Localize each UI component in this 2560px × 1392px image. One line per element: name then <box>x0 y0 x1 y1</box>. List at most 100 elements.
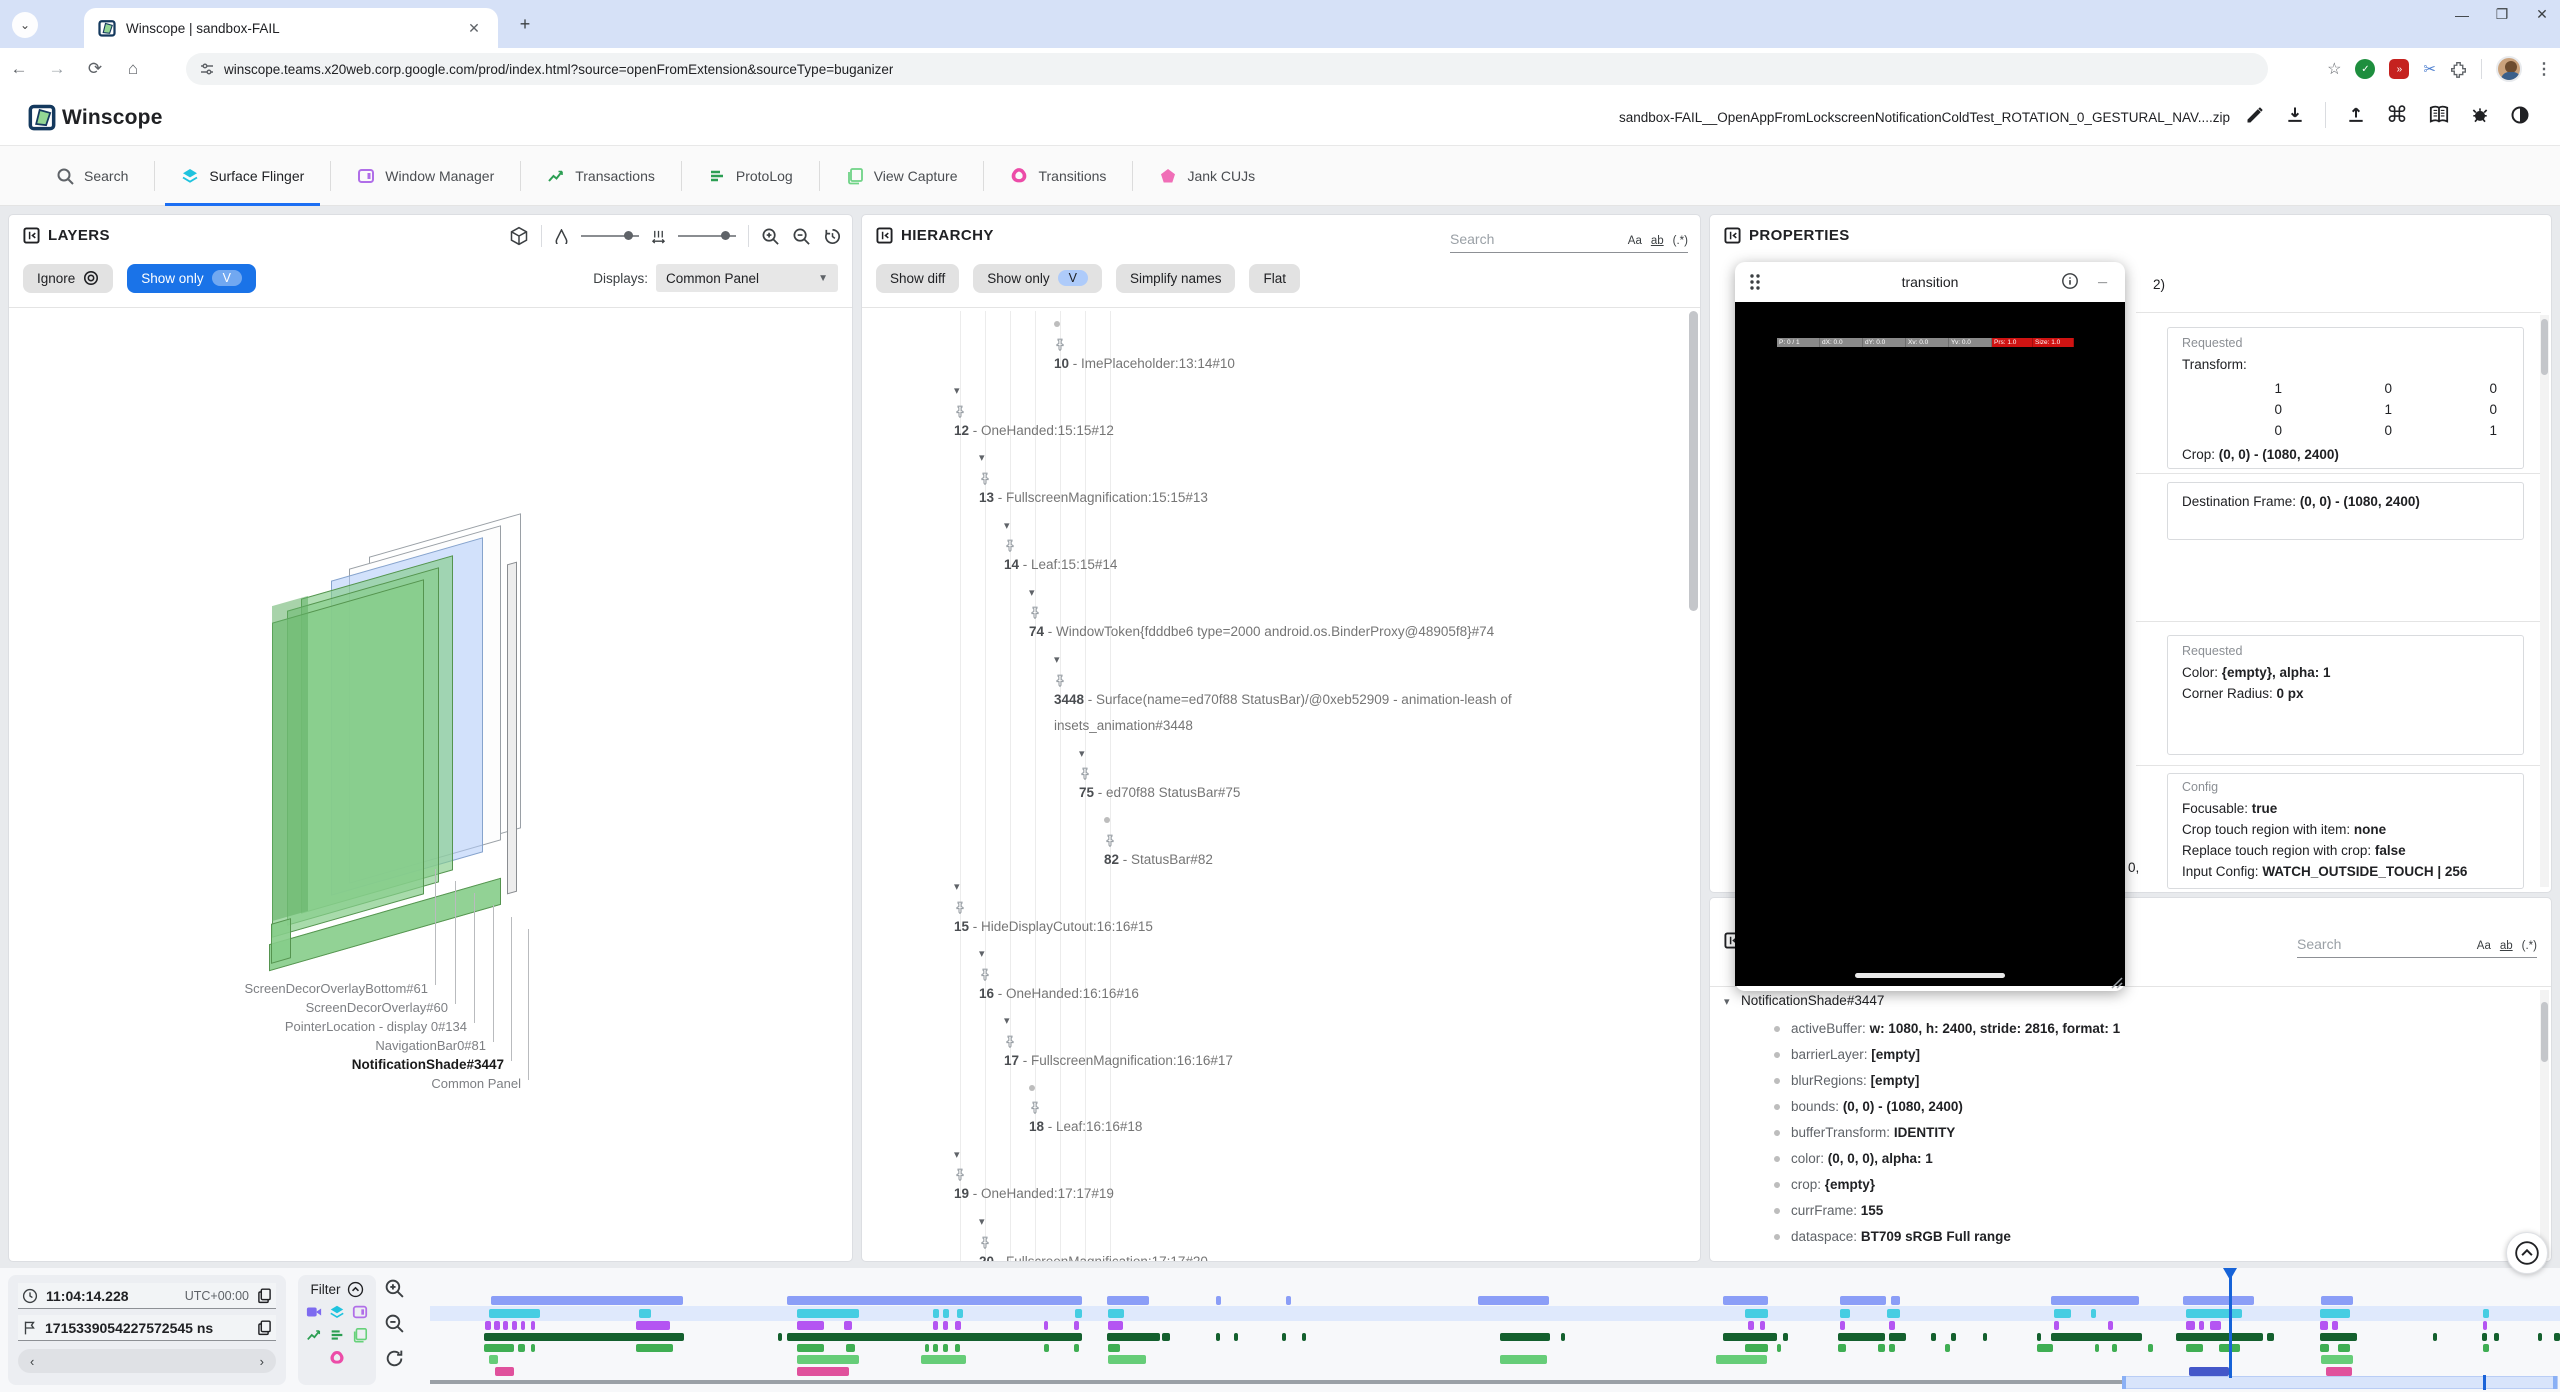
surface-flinger-segment[interactable] <box>1745 1309 1768 1318</box>
surface-flinger-segment[interactable] <box>933 1309 939 1318</box>
surface-flinger-segment[interactable] <box>1075 1309 1082 1318</box>
protolog-segment[interactable] <box>2186 1344 2203 1352</box>
surface-flinger-segment[interactable] <box>2320 1309 2350 1318</box>
protolog-segment[interactable] <box>1838 1344 1846 1352</box>
expand-arrow-icon[interactable]: ▾ <box>979 1209 996 1236</box>
pin-icon[interactable] <box>1029 1101 1652 1114</box>
window-manager-segment[interactable] <box>2186 1321 2195 1330</box>
hierarchy-row[interactable]: ▾74 - WindowToken{fdddbe6 type=2000 andr… <box>862 579 1692 646</box>
transactions-segment[interactable] <box>1931 1333 1936 1341</box>
protolog-segment[interactable] <box>636 1344 673 1352</box>
surface-flinger-segment[interactable] <box>2483 1309 2489 1318</box>
window-manager-segment[interactable] <box>1108 1321 1123 1330</box>
hierarchy-row[interactable]: ▾16 - OneHanded:16:16#16 <box>862 940 1692 1007</box>
upload-icon[interactable] <box>2346 105 2366 125</box>
protolog-segment[interactable] <box>955 1344 960 1352</box>
cursor-marker-icon[interactable] <box>2223 1268 2237 1280</box>
profile-avatar[interactable] <box>2496 56 2522 82</box>
reload-icon[interactable]: ⟳ <box>76 59 114 79</box>
selection-handle[interactable] <box>2553 1376 2557 1389</box>
timeline-zoom-in-icon[interactable] <box>384 1278 405 1299</box>
properties-tree-scrollbar[interactable] <box>2540 990 2549 1258</box>
window-manager-segment[interactable] <box>1044 1321 1048 1330</box>
transactions-segment[interactable] <box>2051 1333 2142 1341</box>
filter-window-icon[interactable] <box>352 1304 368 1320</box>
transactions-segment[interactable] <box>1302 1333 1306 1341</box>
screen-recording-segment[interactable] <box>2321 1296 2353 1305</box>
window-manager-segment[interactable] <box>955 1321 961 1330</box>
protolog-segment[interactable] <box>2037 1344 2053 1352</box>
hierarchy-row[interactable]: ▾13 - FullscreenMagnification:15:15#13 <box>862 444 1692 511</box>
property-row[interactable]: crop: {empty} <box>1710 1172 2546 1198</box>
screen-recording-segment[interactable] <box>1891 1296 1900 1305</box>
tab-window-manager[interactable]: Window Manager <box>331 146 520 206</box>
expand-arrow-icon[interactable]: ▾ <box>1004 513 1021 540</box>
window-manager-segment[interactable] <box>2199 1321 2204 1330</box>
transactions-segment[interactable] <box>787 1333 1082 1341</box>
timeline-canvas[interactable] <box>430 1268 2560 1392</box>
tab-protolog[interactable]: ProtoLog <box>682 146 819 206</box>
new-tab-button[interactable]: + <box>514 14 536 35</box>
protolog-segment[interactable] <box>1945 1344 1950 1352</box>
transactions-segment[interactable] <box>2482 1333 2487 1341</box>
bookmark-star-icon[interactable]: ☆ <box>2327 59 2341 79</box>
copy-icon[interactable] <box>257 1320 272 1336</box>
properties-search[interactable]: Search Aa ab (.*) <box>2297 936 2537 952</box>
protolog-segment[interactable] <box>518 1344 525 1352</box>
hierarchy-scrollbar[interactable] <box>1689 311 1698 611</box>
layer-label[interactable]: NotificationShade#3447 <box>352 1057 504 1072</box>
expand-arrow-icon[interactable]: ▾ <box>954 1142 971 1169</box>
rotation-slider[interactable] <box>581 235 639 237</box>
screen-recording-segment[interactable] <box>2051 1296 2139 1305</box>
window-manager-segment[interactable] <box>485 1321 491 1330</box>
transactions-segment[interactable] <box>2176 1333 2263 1341</box>
overview-selection[interactable] <box>2122 1376 2558 1389</box>
pin-icon[interactable] <box>1004 539 1652 552</box>
expand-arrow-icon[interactable]: ▾ <box>1029 580 1046 607</box>
collapse-panel-icon[interactable] <box>1724 227 1741 244</box>
surface-flinger-segment[interactable] <box>957 1309 963 1318</box>
window-manager-segment[interactable] <box>531 1321 535 1330</box>
transactions-segment[interactable] <box>1500 1333 1550 1341</box>
window-manager-segment[interactable] <box>2320 1321 2328 1330</box>
pin-icon[interactable] <box>1054 674 1652 687</box>
transitions-segment[interactable] <box>495 1367 514 1376</box>
transactions-segment[interactable] <box>484 1333 684 1341</box>
protolog-segment[interactable] <box>846 1344 855 1352</box>
protolog-segment[interactable] <box>1074 1344 1079 1352</box>
layer-rect[interactable] <box>271 918 291 964</box>
transactions-segment[interactable] <box>2267 1333 2274 1341</box>
expand-arrow-icon[interactable]: ▾ <box>979 941 996 968</box>
surface-flinger-segment[interactable] <box>1840 1309 1850 1318</box>
protolog-segment[interactable] <box>2112 1344 2117 1352</box>
button-show-diff[interactable]: Show diff <box>876 264 959 293</box>
window-manager-segment[interactable] <box>1889 1321 1895 1330</box>
pin-icon[interactable] <box>1104 834 1652 847</box>
tab-jank-cujs[interactable]: Jank CUJs <box>1133 146 1281 206</box>
hierarchy-row[interactable]: ▾15 - HideDisplayCutout:16:16#15 <box>862 873 1692 940</box>
screen-recording-segment[interactable] <box>787 1296 1082 1305</box>
property-row[interactable]: currFrame: 155 <box>1710 1198 2546 1224</box>
pin-icon[interactable] <box>979 472 1652 485</box>
surface-flinger-segment[interactable] <box>797 1309 859 1318</box>
protolog-segment[interactable] <box>1878 1344 1885 1352</box>
transactions-segment[interactable] <box>1951 1333 1956 1341</box>
window-manager-segment[interactable] <box>636 1321 670 1330</box>
expand-arrow-icon[interactable]: ▾ <box>954 874 971 901</box>
pin-icon[interactable] <box>1079 767 1652 780</box>
selection-handle[interactable] <box>2122 1376 2126 1389</box>
next-entry-icon[interactable]: › <box>260 1354 264 1369</box>
screen-recording-segment[interactable] <box>1723 1296 1768 1305</box>
properties-root-row[interactable]: ▾NotificationShade#3447 <box>1710 987 2546 1016</box>
regex-icon[interactable]: (.*) <box>2522 940 2537 952</box>
tab-close-icon[interactable]: ✕ <box>464 18 484 38</box>
property-row[interactable]: activeBuffer: w: 1080, h: 2400, stride: … <box>1710 1016 2546 1042</box>
extension-media-icon[interactable]: » <box>2389 59 2409 79</box>
window-manager-segment[interactable] <box>1748 1321 1754 1330</box>
extensions-puzzle-icon[interactable] <box>2450 61 2467 78</box>
tab-search-button[interactable]: ⌄ <box>12 12 38 38</box>
protolog-segment[interactable] <box>1889 1344 1895 1352</box>
tab-surface-flinger[interactable]: Surface Flinger <box>155 146 330 206</box>
protolog-segment[interactable] <box>2338 1344 2350 1352</box>
pin-icon[interactable] <box>954 405 1652 418</box>
